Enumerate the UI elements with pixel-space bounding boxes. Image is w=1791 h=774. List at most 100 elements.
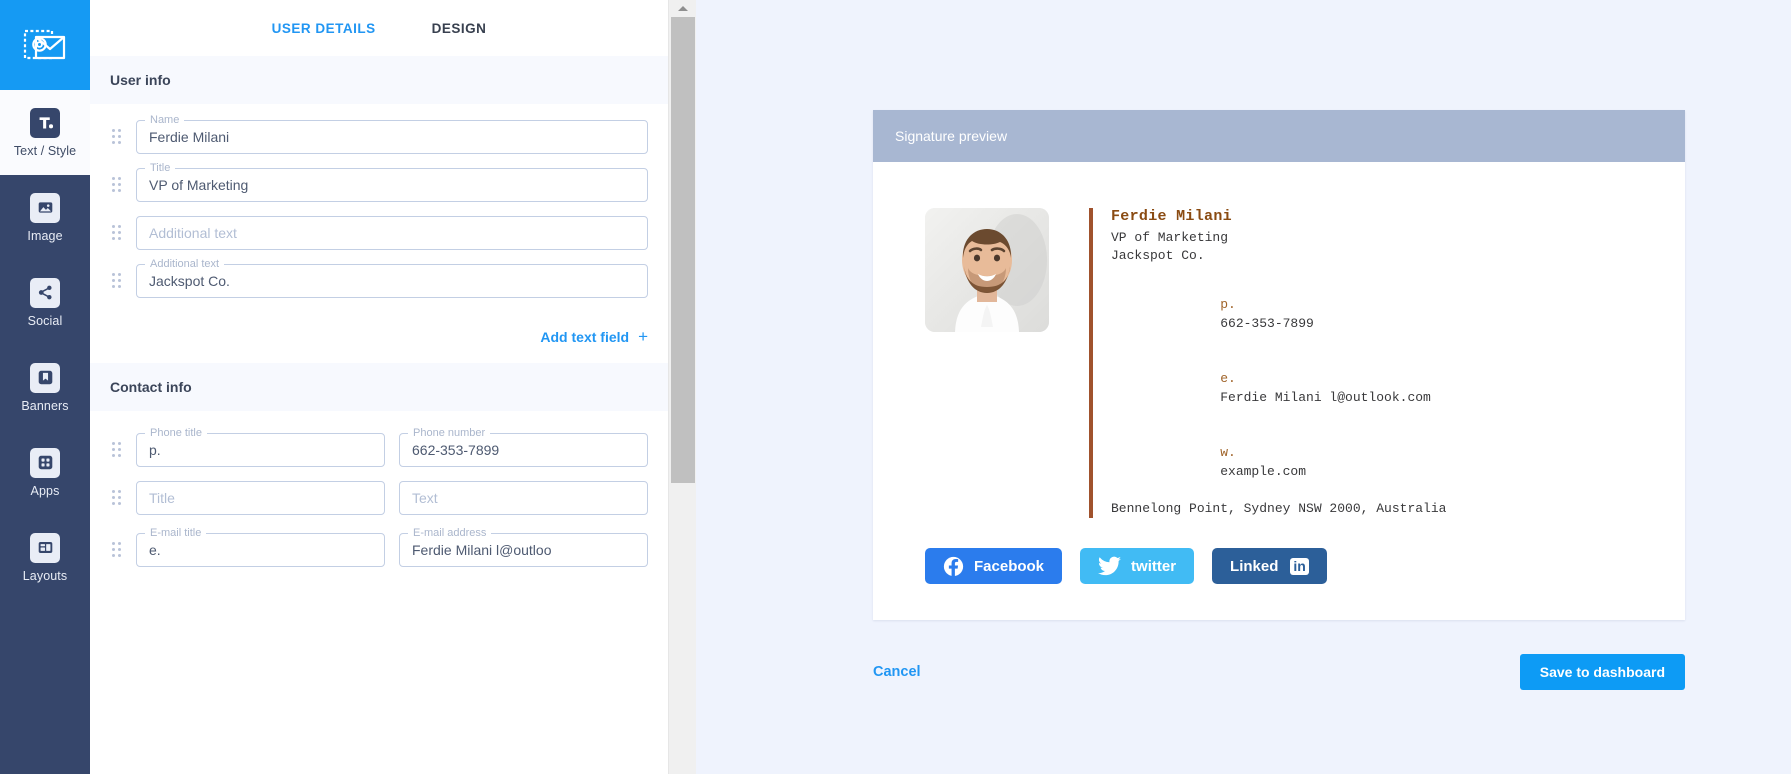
- contact-row-email: E-mail title E-mail address: [110, 526, 648, 567]
- sidebar-item-banners[interactable]: Banners: [0, 345, 90, 430]
- sidebar-item-image[interactable]: Image: [0, 175, 90, 260]
- phone-title-wrap: Phone title: [136, 426, 385, 467]
- sidebar-item-layouts[interactable]: Layouts: [0, 515, 90, 600]
- facebook-button[interactable]: Facebook: [925, 548, 1063, 584]
- plus-icon: +: [638, 327, 648, 346]
- drag-handle-icon[interactable]: [110, 440, 124, 460]
- twitter-button[interactable]: twitter: [1080, 548, 1195, 584]
- signature-email-row: e. Ferdie Milani l@outlook.com: [1111, 352, 1446, 426]
- sidebar-item-label: Social: [27, 313, 63, 328]
- linkedin-button[interactable]: Linked in: [1212, 548, 1327, 584]
- twitter-label: twitter: [1131, 557, 1177, 575]
- email-address-wrap: E-mail address: [399, 526, 648, 567]
- sidebar-item-label: Banners: [21, 398, 69, 413]
- signature-block: Ferdie Milani VP of Marketing Jackspot C…: [873, 208, 1685, 518]
- additional-text-2-input[interactable]: [136, 264, 648, 298]
- title-field-wrap: Title: [136, 161, 648, 202]
- contact-row-phone: Phone title Phone number: [110, 426, 648, 467]
- phone-title-input[interactable]: [136, 433, 385, 467]
- signature-web-row: w. example.com: [1111, 426, 1446, 500]
- email-title-wrap: E-mail title: [136, 526, 385, 567]
- text-style-icon: [30, 107, 60, 138]
- user-info-fields: Name Title Additional: [90, 104, 668, 320]
- sidebar-item-social[interactable]: Social: [0, 260, 90, 345]
- field-row-additional-1: [110, 216, 648, 250]
- facebook-icon: [943, 556, 964, 577]
- sidebar-item-apps[interactable]: Apps: [0, 430, 90, 515]
- avatar: [925, 208, 1049, 332]
- preview-footer: Cancel Save to dashboard: [873, 620, 1685, 690]
- app-logo[interactable]: [0, 0, 90, 90]
- signature-text: Ferdie Milani VP of Marketing Jackspot C…: [1089, 208, 1446, 518]
- scroll-up-arrow-icon[interactable]: [669, 0, 696, 17]
- section-header-contact-info: Contact info: [90, 363, 668, 411]
- signature-company: Jackspot Co.: [1111, 248, 1205, 263]
- preview-title: Signature preview: [895, 128, 1008, 144]
- drag-handle-icon[interactable]: [110, 540, 124, 560]
- drag-handle-icon[interactable]: [110, 223, 124, 243]
- tab-design[interactable]: DESIGN: [430, 17, 489, 40]
- contact-title-wrap: [136, 481, 385, 515]
- drag-handle-icon[interactable]: [110, 175, 124, 195]
- save-to-dashboard-button[interactable]: Save to dashboard: [1519, 654, 1685, 690]
- field-row-name: Name: [110, 113, 648, 154]
- phone-number-wrap: Phone number: [399, 426, 648, 467]
- add-text-field-button[interactable]: Add text field +: [540, 328, 648, 345]
- email-prefix: e.: [1220, 371, 1236, 386]
- tab-user-details[interactable]: USER DETAILS: [270, 17, 378, 40]
- drag-handle-icon[interactable]: [110, 488, 124, 508]
- field-row-title: Title: [110, 161, 648, 202]
- cancel-button[interactable]: Cancel: [873, 664, 921, 680]
- email-title-input[interactable]: [136, 533, 385, 567]
- name-input[interactable]: [136, 120, 648, 154]
- phone-number-input[interactable]: [399, 433, 648, 467]
- facebook-label: Facebook: [974, 557, 1045, 575]
- panel-scrollbar[interactable]: [668, 0, 696, 774]
- signature-address: Bennelong Point, Sydney NSW 2000, Austra…: [1111, 500, 1447, 516]
- sidebar-item-text-style[interactable]: Text / Style: [0, 90, 90, 175]
- scrollbar-thumb[interactable]: [671, 17, 695, 483]
- signature-phone-row: p. 662-353-7899: [1111, 278, 1446, 352]
- add-text-field-row: Add text field +: [90, 320, 668, 363]
- share-social-icon: [30, 277, 60, 308]
- phone-prefix: p.: [1220, 297, 1236, 312]
- drag-handle-icon[interactable]: [110, 127, 124, 147]
- linkedin-label: Linked: [1230, 557, 1279, 575]
- title-input[interactable]: [136, 168, 648, 202]
- drag-handle-icon[interactable]: [110, 271, 124, 291]
- preview-card-body: Ferdie Milani VP of Marketing Jackspot C…: [873, 162, 1685, 620]
- editor-tabs: USER DETAILS DESIGN: [90, 0, 668, 56]
- phone-value: 662-353-7899: [1220, 315, 1314, 331]
- web-prefix: w.: [1220, 445, 1236, 460]
- section-header-user-info: User info: [90, 56, 668, 104]
- add-text-field-label: Add text field: [540, 328, 630, 345]
- additional-text-1-input[interactable]: [136, 216, 648, 250]
- additional-text-1-wrap: [136, 216, 648, 250]
- sidebar-item-label: Text / Style: [13, 143, 77, 158]
- envelope-at-stamp-icon: [23, 29, 66, 60]
- editor-panel: USER DETAILS DESIGN User info Name Title: [90, 0, 668, 774]
- name-field-wrap: Name: [136, 113, 648, 154]
- twitter-bird-icon: [1098, 556, 1122, 576]
- bookmark-banner-icon: [30, 362, 60, 393]
- contact-info-fields: Phone title Phone number: [90, 411, 668, 589]
- email-address-input[interactable]: [399, 533, 648, 567]
- linkedin-icon: in: [1290, 557, 1309, 575]
- contact-row-empty: [110, 481, 648, 515]
- signature-name: Ferdie Milani: [1111, 208, 1232, 225]
- profile-photo-icon: [925, 208, 1049, 332]
- left-nav-rail: Text / Style Image Social Banners Apps L…: [0, 0, 90, 774]
- contact-text-input[interactable]: [399, 481, 648, 515]
- field-row-additional-2: Additional text: [110, 257, 648, 298]
- preview-card-header: Signature preview: [873, 110, 1685, 162]
- preview-pane: Signature preview Ferdie Milani VP of Ma…: [696, 0, 1791, 774]
- signature-title: VP of Marketing: [1111, 229, 1229, 245]
- social-buttons: Facebook twitter Linked in: [873, 518, 1685, 584]
- contact-title-input[interactable]: [136, 481, 385, 515]
- contact-text-wrap: [399, 481, 648, 515]
- image-icon: [30, 192, 60, 223]
- layouts-icon: [30, 532, 60, 563]
- signature-spacer: [1111, 266, 1446, 278]
- email-value: Ferdie Milani l@outlook.com: [1220, 389, 1431, 405]
- signature-preview-card: Signature preview Ferdie Milani VP of Ma…: [873, 110, 1685, 620]
